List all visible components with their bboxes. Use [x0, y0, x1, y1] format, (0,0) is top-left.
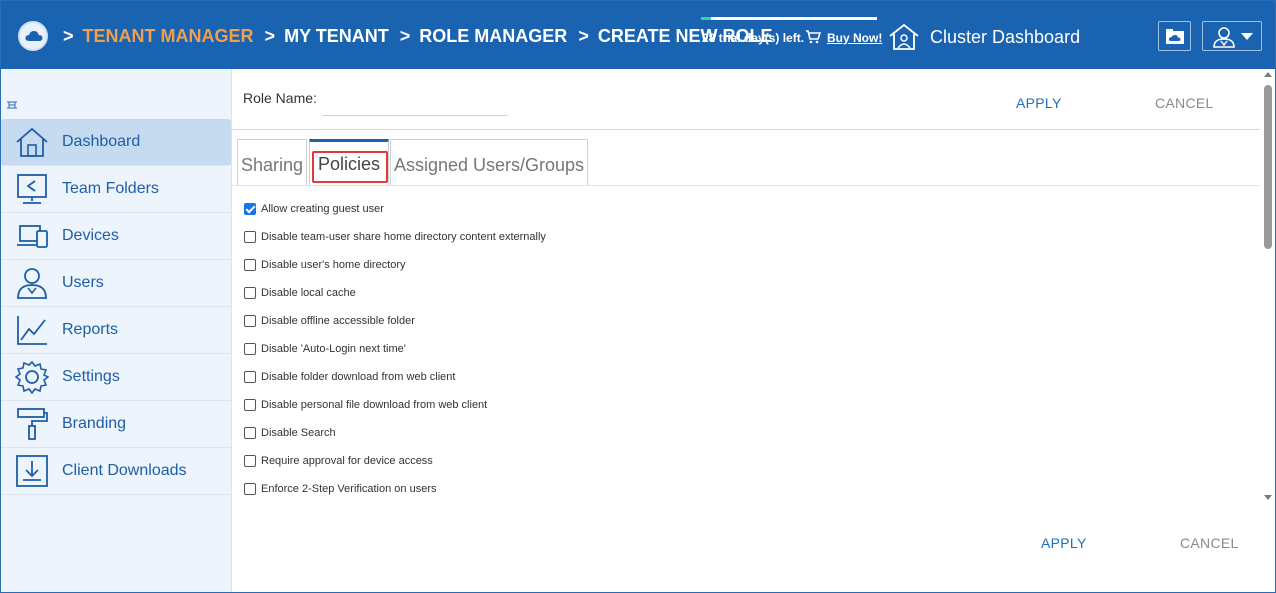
branding-icon	[17, 408, 48, 440]
sidebar-item-label: Branding	[62, 415, 127, 432]
sidebar-item-label: Dashboard	[62, 133, 141, 150]
breadcrumb: > TENANT MANAGER > MY TENANT > ROLE MANA…	[63, 26, 779, 47]
sidebar-item-reports[interactable]: Reports	[1, 307, 231, 354]
settings-icon	[15, 360, 49, 394]
policy-label: Enforce 2-Step Verification on users	[261, 483, 437, 495]
sidebar-item-label: Reports	[62, 321, 119, 338]
tab-label: Policies	[317, 154, 381, 174]
policy-label: Disable Search	[261, 427, 336, 439]
apply-button[interactable]: APPLY	[1016, 95, 1062, 111]
cloud-logo-icon[interactable]	[18, 21, 48, 51]
policy-checkbox[interactable]	[244, 371, 256, 383]
devices-icon	[17, 225, 48, 248]
policy-label: Allow creating guest user	[261, 203, 384, 215]
tab-policies[interactable]: Policies	[309, 139, 389, 185]
policy-label: Disable folder download from web client	[261, 371, 456, 383]
policy-label: Require approval for device access	[261, 455, 433, 467]
breadcrumb-role-manager[interactable]: ROLE MANAGER	[419, 26, 567, 46]
sidebar-item-label: Devices	[62, 227, 119, 244]
role-name-input[interactable]	[322, 89, 508, 116]
sidebar-item-devices[interactable]: Devices	[1, 213, 231, 260]
divider	[232, 129, 1260, 130]
reports-icon	[17, 316, 47, 345]
top-header: > TENANT MANAGER > MY TENANT > ROLE MANA…	[1, 1, 1275, 69]
policy-checkbox[interactable]	[244, 343, 256, 355]
policy-checkbox[interactable]	[244, 399, 256, 411]
app-window: > TENANT MANAGER > MY TENANT > ROLE MANA…	[0, 0, 1276, 593]
sidebar-item-client-downloads[interactable]: Client Downloads	[1, 448, 231, 495]
apply-button[interactable]: APPLY	[1041, 535, 1087, 551]
trial-progress-bar	[701, 17, 877, 20]
policy-label: Disable 'Auto-Login next time'	[261, 343, 406, 355]
sidebar-item-branding[interactable]: Branding	[1, 401, 231, 448]
sidebar-item-label: Users	[62, 274, 104, 291]
sidebar-item-settings[interactable]: Settings	[1, 354, 231, 401]
sidebar-item-label: Settings	[62, 368, 120, 385]
scroll-up-icon[interactable]	[1264, 72, 1272, 77]
policy-checkbox[interactable]	[244, 427, 256, 439]
scroll-down-icon[interactable]	[1264, 495, 1272, 500]
role-name-label: Role Name:	[243, 90, 317, 106]
tab-assigned-users-groups[interactable]: Assigned Users/Groups	[390, 139, 588, 185]
buy-now-link[interactable]: Buy Now!	[827, 31, 882, 45]
cluster-dashboard-link[interactable]: Cluster Dashboard	[930, 27, 1080, 48]
main-content: Role Name: APPLY CANCEL Sharing Policies…	[232, 69, 1275, 592]
breadcrumb-separator: >	[63, 26, 74, 46]
scrollbar-thumb[interactable]	[1264, 85, 1272, 249]
cloud-folder-icon	[1166, 29, 1184, 44]
cancel-button[interactable]: CANCEL	[1180, 535, 1239, 551]
vertical-scrollbar[interactable]	[1262, 69, 1275, 509]
cancel-button[interactable]: CANCEL	[1155, 95, 1214, 111]
policy-checkbox[interactable]	[244, 203, 256, 215]
trial-days-text: 28 trial day(s) left.	[702, 31, 805, 45]
user-menu-button[interactable]	[1202, 21, 1262, 51]
breadcrumb-separator: >	[578, 26, 589, 46]
breadcrumb-separator: >	[264, 26, 276, 46]
cluster-home-icon[interactable]	[887, 23, 921, 56]
breadcrumb-separator: >	[399, 26, 411, 46]
caret-down-icon	[1241, 33, 1253, 40]
policy-label: Disable personal file download from web …	[261, 399, 488, 411]
breadcrumb-tenant-manager[interactable]: TENANT MANAGER	[83, 26, 254, 46]
policy-checkbox[interactable]	[244, 231, 256, 243]
sidebar-item-label: Team Folders	[62, 180, 159, 197]
users-icon	[17, 268, 47, 299]
sidebar-item-users[interactable]: Users	[1, 260, 231, 307]
sidebar-item-team-folders[interactable]: Team Folders	[1, 166, 231, 213]
collapse-icon[interactable]	[7, 101, 17, 112]
policy-label: Disable offline accessible folder	[261, 315, 415, 327]
policy-label: Disable user's home directory	[261, 259, 406, 271]
divider	[232, 185, 1260, 186]
sidebar-item-dashboard[interactable]: Dashboard	[1, 119, 231, 166]
sidebar-item-label: Client Downloads	[62, 462, 187, 479]
policy-checkbox[interactable]	[244, 287, 256, 299]
client-downloads-icon	[16, 455, 48, 487]
breadcrumb-my-tenant[interactable]: MY TENANT	[284, 26, 389, 46]
policy-checkbox[interactable]	[244, 455, 256, 467]
policy-label: Disable local cache	[261, 287, 356, 299]
team-folder-icon	[17, 174, 47, 204]
policy-checkbox[interactable]	[244, 483, 256, 495]
sidebar: Dashboard Team Folders Devices Users Rep…	[1, 69, 232, 592]
tab-sharing[interactable]: Sharing	[237, 139, 307, 185]
sidebar-nav: Dashboard Team Folders Devices Users Rep…	[1, 119, 231, 495]
home-icon	[16, 127, 48, 157]
cart-icon[interactable]	[805, 30, 822, 49]
policy-label: Disable team-user share home directory c…	[261, 231, 546, 243]
user-icon	[1213, 27, 1235, 48]
policy-checkbox[interactable]	[244, 315, 256, 327]
policy-checkbox[interactable]	[244, 259, 256, 271]
cloud-folder-button[interactable]	[1158, 21, 1191, 51]
